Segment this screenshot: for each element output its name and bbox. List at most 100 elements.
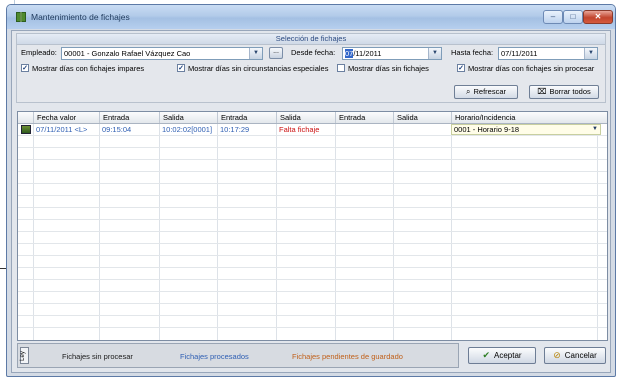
- cell-fecha[interactable]: 07/11/2011 <L>: [36, 124, 87, 135]
- grid-body: 07/11/2011 <L> 09:15:04 10:02:02[0001] 1…: [18, 124, 607, 340]
- column-header[interactable]: Salida: [393, 112, 451, 123]
- search-icon: ⌕: [466, 87, 471, 96]
- clear-label: Borrar todos: [549, 87, 591, 96]
- cell-entrada-2[interactable]: 10:17:29: [220, 124, 249, 135]
- row-divider: [18, 147, 607, 148]
- accept-button[interactable]: ✔ Aceptar: [468, 347, 536, 364]
- grid-header: Fecha valor Entrada Salida Entrada Salid…: [18, 112, 607, 124]
- column-header[interactable]: Entrada: [217, 112, 276, 123]
- column-header[interactable]: Fecha valor: [33, 112, 99, 123]
- row-divider: [18, 303, 607, 304]
- column-divider: [217, 124, 218, 340]
- row-divider: [18, 231, 607, 232]
- maximize-button[interactable]: □: [563, 10, 583, 24]
- refresh-button[interactable]: ⌕ Refrescar: [454, 85, 518, 99]
- row-divider: [18, 159, 607, 160]
- close-button[interactable]: ✕: [583, 10, 613, 24]
- column-divider: [159, 124, 160, 340]
- hasta-fecha-label: Hasta fecha:: [451, 48, 494, 57]
- empleado-label: Empleado:: [21, 48, 57, 57]
- minimize-icon: –: [550, 12, 556, 21]
- desde-fecha-picker[interactable]: 07/11/2011 ▼: [342, 47, 442, 60]
- row-divider: [18, 255, 607, 256]
- client-area: Selección de fichajes Empleado: 00001 - …: [11, 30, 611, 373]
- empleado-value: 00001 - Gonzalo Rafael Vázquez Cao: [64, 49, 191, 58]
- cell-salida-2[interactable]: Falta fichaje: [279, 124, 319, 135]
- check-circunstancias-label: Mostrar días sin circunstancias especial…: [188, 64, 329, 73]
- row-divider: [18, 183, 607, 184]
- row-divider: [18, 219, 607, 220]
- cell-salida-1[interactable]: 10:02:02[0001]: [162, 124, 212, 135]
- desde-fecha-label: Desde fecha:: [291, 48, 336, 57]
- row-divider: [18, 243, 607, 244]
- column-divider: [597, 124, 598, 340]
- desde-fecha-rest: /11/2011: [353, 49, 382, 58]
- empleado-combo[interactable]: 00001 - Gonzalo Rafael Vázquez Cao ▼: [61, 47, 263, 60]
- browse-employee-button[interactable]: ...: [269, 47, 283, 59]
- column-divider: [276, 124, 277, 340]
- column-header[interactable]: Salida: [276, 112, 335, 123]
- window-title: Mantenimiento de fichajes: [31, 12, 130, 22]
- chevron-down-icon[interactable]: ▼: [428, 48, 441, 59]
- book-icon: [16, 12, 26, 22]
- column-divider: [451, 124, 452, 340]
- selection-panel: Selección de fichajes Empleado: 00001 - …: [16, 33, 606, 103]
- row-divider: [18, 327, 607, 328]
- cancel-label: Cancelar: [564, 351, 597, 360]
- column-divider: [99, 124, 100, 340]
- row-divider: [18, 267, 607, 268]
- browse-label: ...: [273, 48, 279, 55]
- chevron-down-icon[interactable]: ▼: [584, 48, 597, 59]
- row-divider: [18, 291, 607, 292]
- clear-icon: ⌧: [537, 87, 547, 96]
- row-status-icon: [21, 125, 31, 134]
- minimize-button[interactable]: –: [543, 10, 563, 24]
- legend-processed: Fichajes procesados: [180, 352, 249, 361]
- row-divider: [18, 315, 607, 316]
- horario-value: 0001 - Horario 9-18: [454, 125, 520, 134]
- check-sin-fichajes-label: Mostrar días sin fichajes: [348, 64, 429, 73]
- check-sin-fichajes-box[interactable]: [337, 64, 345, 72]
- refresh-label: Refrescar: [473, 87, 506, 96]
- clear-all-button[interactable]: ⌧ Borrar todos: [529, 85, 599, 99]
- row-divider: [18, 195, 607, 196]
- accept-label: Aceptar: [493, 351, 522, 360]
- fichajes-grid: Fecha valor Entrada Salida Entrada Salid…: [17, 111, 608, 341]
- selection-header: Selección de fichajes: [17, 34, 605, 45]
- row-divider: [18, 135, 607, 136]
- chevron-down-icon[interactable]: ▼: [592, 125, 598, 134]
- title-bar[interactable]: Mantenimiento de fichajes – □ ✕: [7, 5, 615, 29]
- check-icon: ✔: [482, 350, 490, 360]
- horario-combo[interactable]: 0001 - Horario 9-18 ▼: [451, 124, 601, 135]
- main-window: Mantenimiento de fichajes – □ ✕ Selecció…: [6, 4, 616, 377]
- cancel-icon: ⊘: [553, 350, 561, 360]
- column-divider: [335, 124, 336, 340]
- cell-entrada-1[interactable]: 09:15:04: [102, 124, 131, 135]
- hasta-fecha-value: 07/11/2011: [501, 49, 538, 58]
- check-sin-procesar-label: Mostrar días con fichajes sin procesar: [468, 64, 595, 73]
- column-header[interactable]: Horario/Incidencia: [451, 112, 597, 123]
- check-sin-procesar-box[interactable]: ✓: [457, 64, 465, 72]
- column-divider: [393, 124, 394, 340]
- check-impares-box[interactable]: ✓: [21, 64, 29, 72]
- check-impares-label: Mostrar días con fichajes impares: [32, 64, 145, 73]
- legend-tag: Ley: [20, 347, 29, 364]
- hasta-fecha-picker[interactable]: 07/11/2011 ▼: [498, 47, 598, 60]
- row-divider: [18, 171, 607, 172]
- legend-bar: Ley Fichajes sin procesar Fichajes proce…: [17, 343, 459, 368]
- row-divider: [18, 279, 607, 280]
- close-icon: ✕: [594, 12, 602, 21]
- table-row[interactable]: 07/11/2011 <L> 09:15:04 10:02:02[0001] 1…: [18, 124, 607, 135]
- row-divider: [18, 207, 607, 208]
- column-header[interactable]: Salida: [159, 112, 217, 123]
- legend-unprocessed: Fichajes sin procesar: [62, 352, 133, 361]
- chevron-down-icon[interactable]: ▼: [249, 48, 262, 59]
- column-header[interactable]: Entrada: [99, 112, 159, 123]
- maximize-icon: □: [570, 12, 576, 21]
- column-header[interactable]: Entrada: [335, 112, 393, 123]
- legend-tag-label: Ley: [19, 351, 26, 361]
- column-divider: [33, 124, 34, 340]
- cancel-button[interactable]: ⊘ Cancelar: [544, 347, 606, 364]
- legend-pending: Fichajes pendientes de guardado: [292, 352, 403, 361]
- check-circunstancias-box[interactable]: ✓: [177, 64, 185, 72]
